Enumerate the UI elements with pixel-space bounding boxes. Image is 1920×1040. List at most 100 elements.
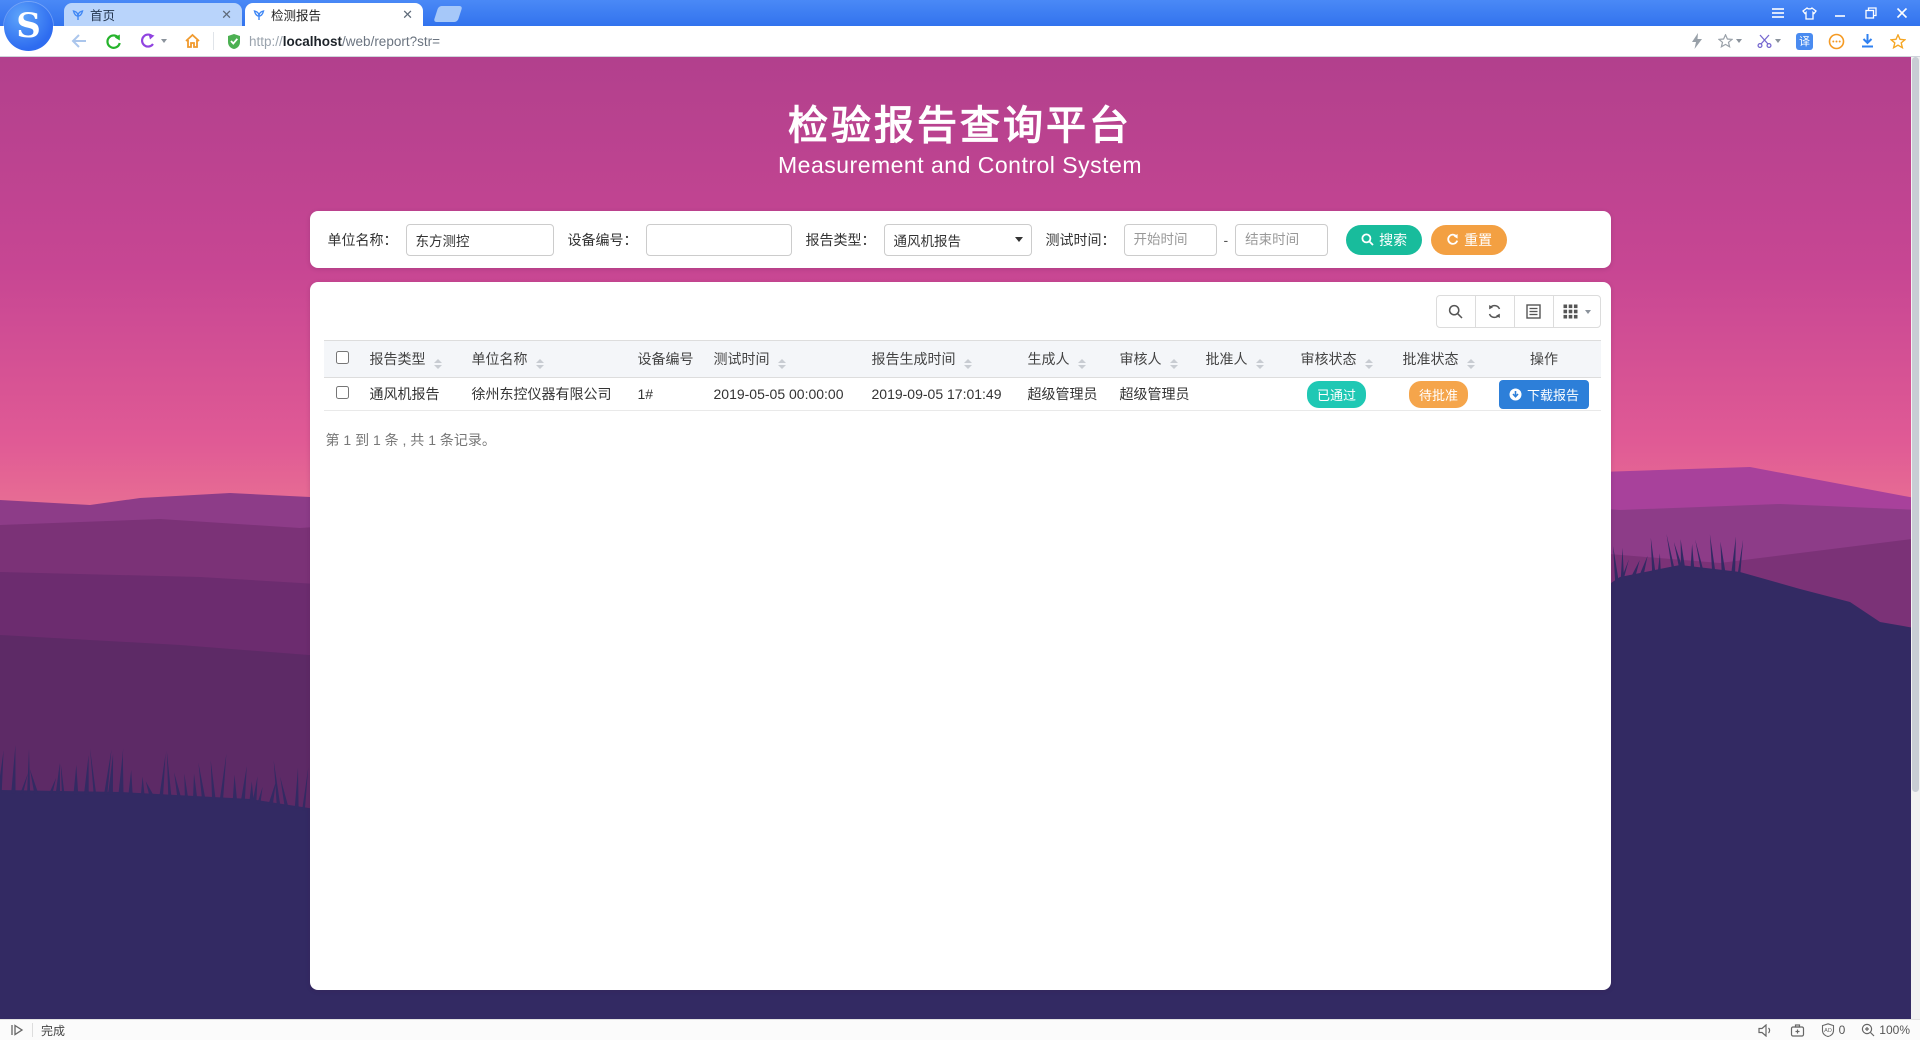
table-search-button[interactable]	[1436, 295, 1476, 328]
page-favicon-icon	[253, 9, 265, 21]
zoom-level: 100%	[1879, 1023, 1910, 1037]
reset-icon	[1446, 233, 1459, 246]
sort-icon[interactable]	[1256, 359, 1264, 369]
report-type-label: 报告类型：	[806, 230, 876, 250]
test-time-label: 测试时间：	[1046, 230, 1116, 250]
home-icon[interactable]	[184, 33, 201, 49]
browser-chrome: S 首页 ✕ 检测报告 ✕ http:/	[0, 0, 1920, 57]
snapshot-icon[interactable]	[1790, 1024, 1805, 1037]
sort-icon[interactable]	[1078, 359, 1086, 369]
page-viewport: 检验报告查询平台 Measurement and Control System …	[0, 57, 1920, 1019]
favorites-icon[interactable]	[1718, 34, 1742, 48]
select-all-checkbox[interactable]	[336, 351, 349, 364]
device-no-input[interactable]	[646, 224, 792, 256]
flash-icon[interactable]	[1691, 33, 1703, 49]
unit-name-label: 单位名称：	[328, 230, 398, 250]
status-bar: 完成 AD 0 100%	[0, 1019, 1920, 1040]
reset-button[interactable]: 重置	[1431, 225, 1507, 255]
undo-dropdown-icon[interactable]	[161, 39, 167, 43]
page-title: 检验报告查询平台	[310, 93, 1611, 151]
device-no-label: 设备编号：	[568, 230, 638, 250]
browser-logo[interactable]: S	[4, 2, 53, 51]
cell-creator: 超级管理员	[1020, 378, 1112, 411]
record-summary: 第 1 到 1 条 , 共 1 条记录。	[326, 430, 496, 450]
minimize-icon[interactable]	[1832, 5, 1848, 21]
cell-unit: 徐州东控仪器有限公司	[464, 378, 630, 411]
bookmark-star-icon[interactable]	[1890, 34, 1906, 49]
favorites-dropdown-icon[interactable]	[1736, 39, 1742, 43]
cell-gen-time: 2019-09-05 17:01:49	[864, 378, 1020, 411]
detail-view-icon	[1526, 304, 1541, 319]
new-tab-button[interactable]	[433, 6, 462, 22]
menu-icon[interactable]	[1770, 5, 1786, 21]
approve-status-badge: 待批准	[1409, 381, 1468, 408]
report-table-panel: 报告类型 单位名称 设备编号 测试时间 报告生成时间 生成人 审核人 批准人 审…	[310, 282, 1611, 990]
sort-icon[interactable]	[964, 359, 972, 369]
zoom-control[interactable]: 100%	[1861, 1023, 1910, 1037]
table-detail-view-button[interactable]	[1514, 295, 1554, 328]
window-controls	[1770, 0, 1910, 26]
columns-grid-icon	[1563, 304, 1578, 319]
cell-test-time: 2019-05-05 00:00:00	[706, 378, 864, 411]
refresh-icon[interactable]	[105, 33, 122, 50]
sidebar-toggle-icon[interactable]	[10, 1024, 24, 1036]
tab-close-icon[interactable]: ✕	[400, 8, 415, 21]
tab-label: 检测报告	[271, 5, 394, 24]
scrollbar[interactable]	[1911, 57, 1920, 1019]
download-report-button[interactable]: 下载报告	[1499, 380, 1589, 409]
tab-report[interactable]: 检测报告 ✕	[245, 3, 423, 26]
close-icon[interactable]	[1894, 5, 1910, 21]
page-favicon-icon	[72, 9, 84, 21]
page-subtitle: Measurement and Control System	[310, 152, 1611, 179]
screenshot-scissors-icon[interactable]	[1757, 34, 1781, 48]
end-time-input[interactable]	[1235, 224, 1328, 256]
ad-block-indicator[interactable]: AD 0	[1821, 1023, 1846, 1037]
tab-close-icon[interactable]: ✕	[219, 8, 234, 21]
back-icon[interactable]	[70, 33, 88, 49]
table-toolbar	[1436, 295, 1601, 328]
feedback-icon[interactable]	[1828, 33, 1845, 50]
refresh-icon	[1487, 304, 1502, 319]
download-icon[interactable]	[1860, 33, 1875, 49]
url-text: http://localhost/web/report?str=	[249, 34, 440, 49]
security-shield-icon	[226, 33, 242, 50]
sort-icon[interactable]	[1365, 359, 1373, 369]
table-columns-button[interactable]	[1553, 295, 1601, 328]
download-circle-icon	[1509, 388, 1522, 401]
url-bar[interactable]: http://localhost/web/report?str=	[226, 33, 440, 50]
table-refresh-button[interactable]	[1475, 295, 1515, 328]
review-status-badge: 已通过	[1307, 381, 1366, 408]
tab-strip: S 首页 ✕ 检测报告 ✕	[0, 0, 1920, 26]
sort-icon[interactable]	[434, 359, 442, 369]
start-time-input[interactable]	[1124, 224, 1217, 256]
speaker-icon[interactable]	[1758, 1024, 1774, 1037]
status-text: 完成	[41, 1022, 65, 1039]
table-row: 通风机报告 徐州东控仪器有限公司 1# 2019-05-05 00:00:00 …	[324, 378, 1601, 411]
report-type-select[interactable]: 通风机报告	[884, 224, 1032, 256]
sort-icon[interactable]	[536, 359, 544, 369]
search-panel: 单位名称： 设备编号： 报告类型： 通风机报告 测试时间： - 搜索 重置	[310, 211, 1611, 268]
undo-icon[interactable]	[139, 33, 156, 49]
sort-icon[interactable]	[1467, 359, 1475, 369]
ad-shield-icon: AD	[1821, 1023, 1835, 1037]
search-button[interactable]: 搜索	[1346, 225, 1422, 255]
skin-shirt-icon[interactable]	[1801, 5, 1817, 21]
table-header-row: 报告类型 单位名称 设备编号 测试时间 报告生成时间 生成人 审核人 批准人 审…	[324, 341, 1601, 378]
tab-label: 首页	[90, 5, 213, 24]
translate-icon[interactable]: 译	[1796, 33, 1813, 50]
search-icon	[1361, 233, 1374, 246]
cell-device: 1#	[630, 378, 706, 411]
sort-icon[interactable]	[778, 359, 786, 369]
columns-dropdown-icon	[1585, 310, 1591, 314]
ad-count: 0	[1839, 1023, 1846, 1037]
cell-reviewer: 超级管理员	[1112, 378, 1198, 411]
scissors-dropdown-icon[interactable]	[1775, 39, 1781, 43]
sort-icon[interactable]	[1170, 359, 1178, 369]
scrollbar-thumb[interactable]	[1912, 57, 1919, 792]
tab-home[interactable]: 首页 ✕	[64, 3, 242, 26]
zoom-icon	[1861, 1023, 1875, 1037]
row-checkbox[interactable]	[336, 386, 349, 399]
cell-report-type: 通风机报告	[362, 378, 464, 411]
unit-name-input[interactable]	[406, 224, 554, 256]
restore-icon[interactable]	[1863, 5, 1879, 21]
